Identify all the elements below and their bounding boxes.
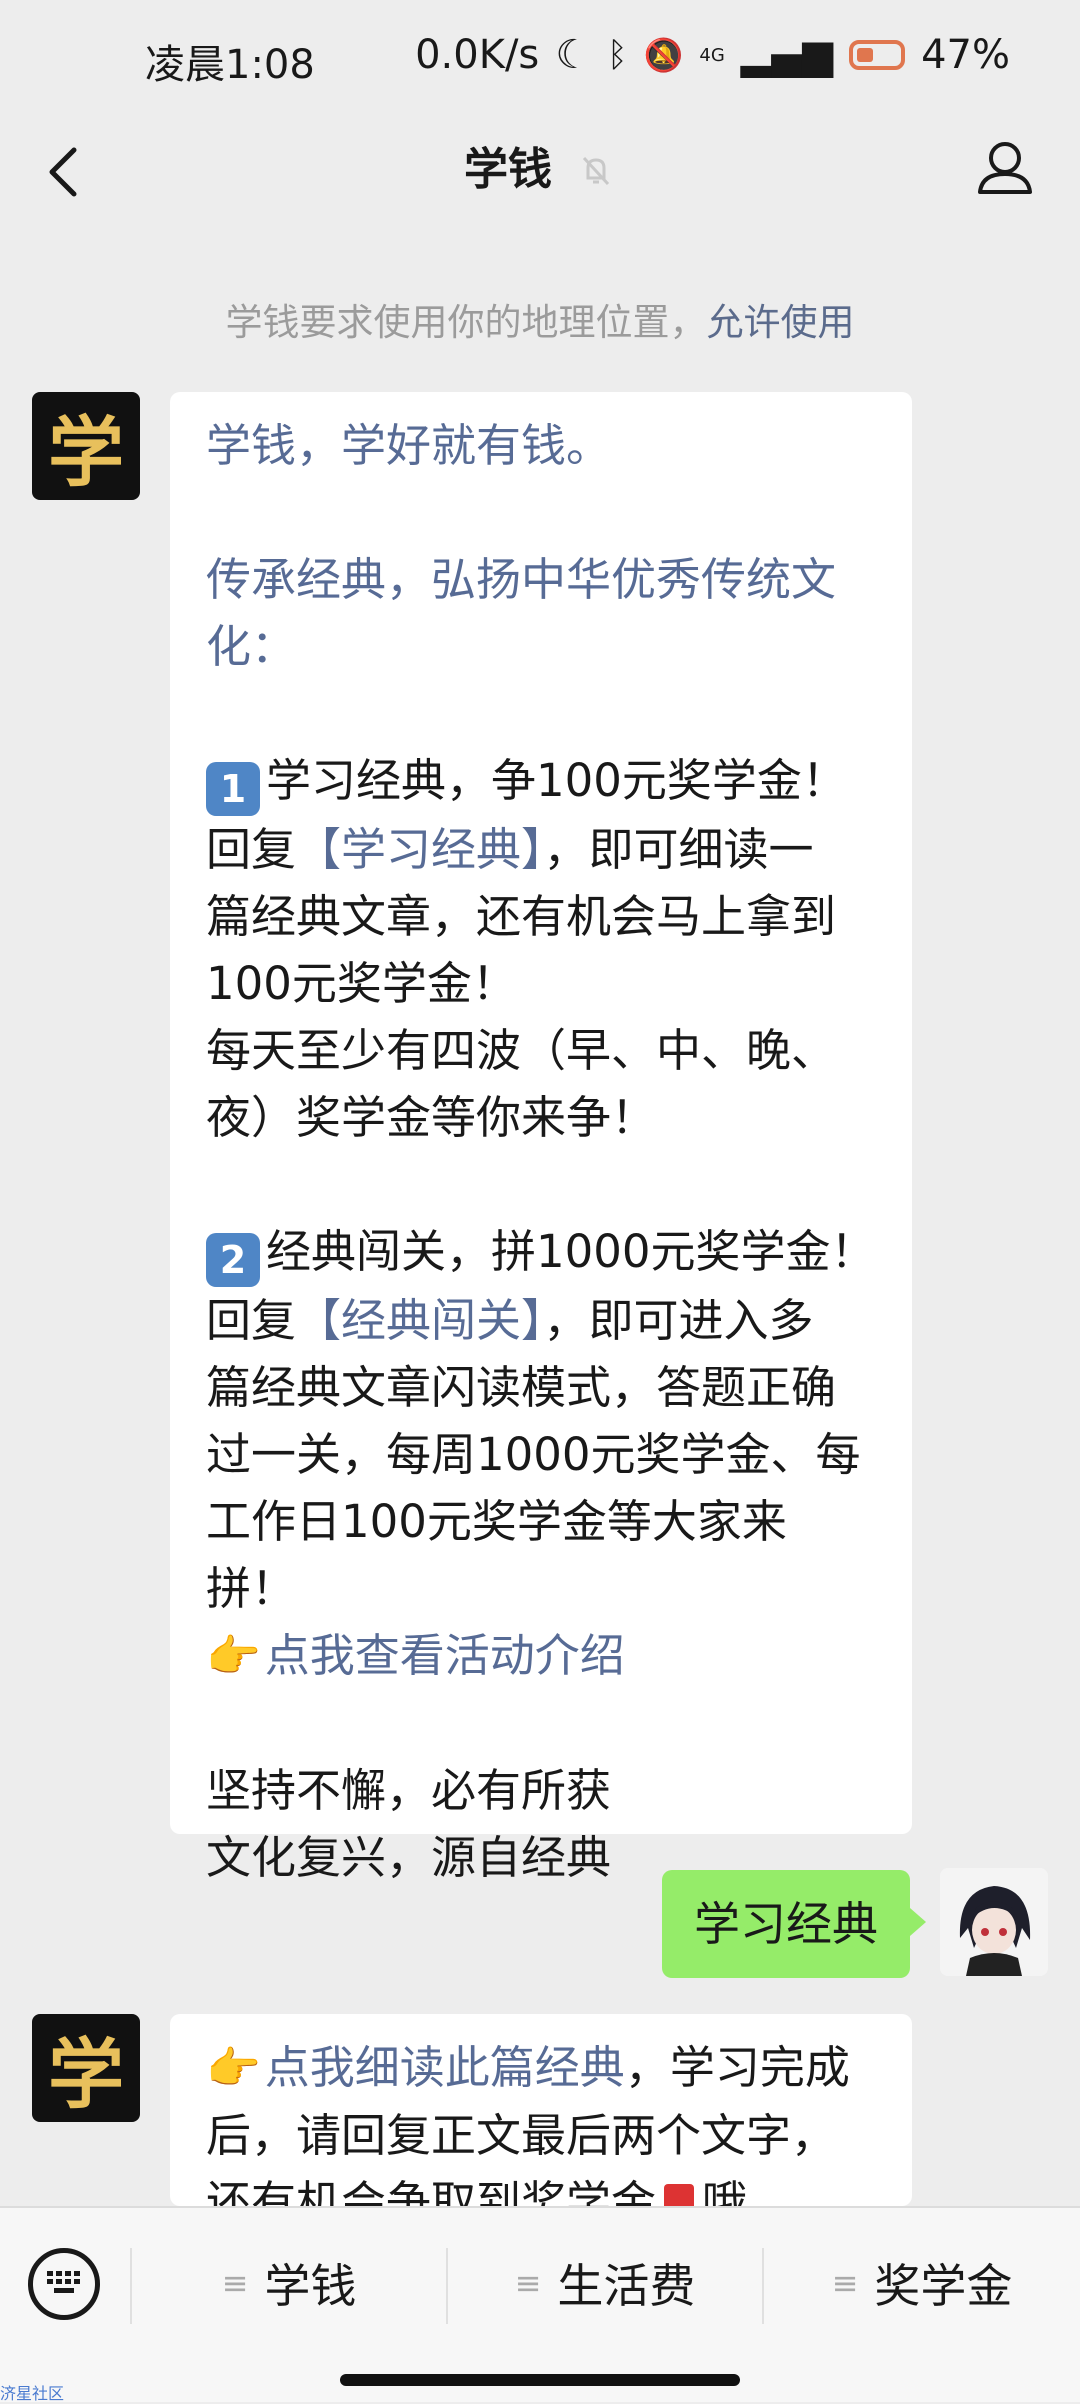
- menu-list-icon: ≡: [831, 2264, 859, 2302]
- chat-title: 学钱: [464, 144, 552, 195]
- msg-item2-title: 2 经典闯关，拼1000元奖学金！: [206, 1218, 876, 1287]
- red-envelope-icon: [664, 2184, 695, 2206]
- location-request-message: 学钱要求使用你的地理位置，允许使用: [0, 292, 1080, 346]
- pointing-hand-icon: 👉: [206, 2043, 261, 2094]
- keyword-classic-challenge[interactable]: 【经典闯关】: [296, 1294, 544, 1347]
- number-two-icon: 2: [206, 1233, 260, 1287]
- read-classic-link[interactable]: 点我细读此篇经典: [265, 2041, 625, 2094]
- menu-item-living-expenses[interactable]: ≡ 生活费: [448, 2238, 762, 2328]
- msg-line: 回复【学习经典】，即可细读一: [206, 816, 876, 883]
- msg-line: 👉点我细读此篇经典，学习完成: [206, 2034, 876, 2102]
- msg-line: 学钱，学好就有钱。: [206, 419, 612, 472]
- keyword-study-classics[interactable]: 【学习经典】: [296, 823, 544, 876]
- menu-list-icon: ≡: [221, 2264, 249, 2302]
- status-time: 凌晨1:08: [145, 42, 315, 88]
- msg-line: 传承经典，弘扬中华优秀传统文: [206, 553, 837, 606]
- msg-line: 篇经典文章，还有机会马上拿到: [206, 890, 837, 943]
- menu-label: 奖学金: [874, 2259, 1013, 2313]
- pointing-hand-icon: 👉: [206, 1631, 261, 1682]
- signal-icon: ▂▄▆: [740, 32, 834, 78]
- reply-suffix: ，即可进入多: [543, 1294, 814, 1347]
- msg-text: ，学习完成: [624, 2041, 850, 2094]
- bot-message-bubble: 👉点我细读此篇经典，学习完成 后，请回复正文最后两个文字， 还有机会争取到奖学金…: [170, 2014, 912, 2206]
- my-message-bubble: 学习经典: [662, 1870, 926, 1978]
- battery-icon: [849, 40, 906, 70]
- bottom-menu-bar: ≡ 学钱 ≡ 生活费 ≡ 奖学金: [0, 2206, 1080, 2402]
- mute-icon: 🔕: [643, 36, 684, 74]
- menu-label: 学钱: [264, 2259, 357, 2313]
- moon-icon: ☾: [555, 32, 592, 78]
- bot-avatar-char: 学: [48, 408, 124, 497]
- keyboard-icon: [47, 2271, 80, 2293]
- bot-message-bubble: 学钱，学好就有钱。 传承经典，弘扬中华优秀传统文 化： 1 学习经典，争100元奖…: [170, 392, 912, 1884]
- status-indicators: 0.0K/s ☾ ᛒ 🔕 4G ▂▄▆ 47%: [415, 32, 1010, 78]
- reply-suffix: ，即可细读一: [543, 823, 814, 876]
- item2-title-text: 经典闯关，拼1000元奖学金！: [266, 1225, 876, 1278]
- menu-item-scholarship[interactable]: ≡ 奖学金: [764, 2238, 1080, 2328]
- msg-line: 回复【经典闯关】，即可进入多: [206, 1287, 876, 1354]
- chat-title-container: 学钱: [0, 130, 1080, 210]
- mute-notifications-icon: [582, 156, 610, 186]
- msg-line: 夜）奖学金等你来争！: [206, 1091, 657, 1144]
- allow-location-link[interactable]: 允许使用: [707, 301, 855, 344]
- msg-line: 工作日100元奖学金等大家来拼！: [206, 1495, 787, 1615]
- msg-line: 后，请回复正文最后两个文字，: [206, 2109, 837, 2162]
- bot-avatar[interactable]: 学: [32, 392, 140, 500]
- number-one-icon: 1: [206, 762, 260, 816]
- reply-prefix: 回复: [206, 823, 297, 876]
- status-bar: 凌晨1:08 0.0K/s ☾ ᛒ 🔕 4G ▂▄▆ 47%: [0, 0, 1080, 120]
- activity-link-text[interactable]: 点我查看活动介绍: [265, 1629, 625, 1682]
- msg-item1-title: 1 学习经典，争100元奖学金！: [206, 747, 876, 816]
- bot-avatar[interactable]: 学: [32, 2014, 140, 2122]
- bluetooth-icon: ᛒ: [607, 35, 628, 75]
- msg-line: 每天至少有四波（早、中、晚、: [206, 1024, 837, 1077]
- keyboard-toggle-button[interactable]: [28, 2248, 100, 2320]
- network-type: 4G: [699, 44, 725, 66]
- anime-avatar-icon: [940, 1868, 1048, 1976]
- location-request-text: 学钱要求使用你的地理位置，: [225, 301, 707, 344]
- msg-text: 哦: [702, 2176, 748, 2206]
- home-indicator[interactable]: [340, 2374, 740, 2386]
- my-avatar[interactable]: [940, 1868, 1048, 1976]
- msg-line: 篇经典文章闪读模式，答题正确: [206, 1361, 837, 1414]
- menu-item-xueqian[interactable]: ≡ 学钱: [132, 2238, 446, 2328]
- activity-intro-link[interactable]: 👉点我查看活动介绍: [206, 1622, 876, 1690]
- chat-header: 学钱: [0, 120, 1080, 220]
- msg-line: 100元奖学金！: [206, 957, 517, 1010]
- msg-text: 还有机会争取到奖学金: [206, 2176, 657, 2206]
- msg-line: 坚持不懈，必有所获: [206, 1764, 612, 1817]
- network-speed: 0.0K/s: [415, 32, 540, 78]
- msg-line: 过一关，每周1000元奖学金、每: [206, 1428, 861, 1481]
- watermark-text: 济星社区: [0, 2384, 65, 2403]
- msg-line: 还有机会争取到奖学金 哦: [206, 2169, 876, 2206]
- msg-line: 化：: [206, 620, 297, 673]
- battery-level: 47%: [921, 32, 1010, 78]
- reply-prefix: 回复: [206, 1294, 297, 1347]
- menu-list-icon: ≡: [514, 2264, 542, 2302]
- item1-title-text: 学习经典，争100元奖学金！: [266, 754, 847, 807]
- profile-icon[interactable]: [970, 128, 1040, 208]
- bot-avatar-char: 学: [48, 2030, 124, 2119]
- menu-label: 生活费: [557, 2259, 696, 2313]
